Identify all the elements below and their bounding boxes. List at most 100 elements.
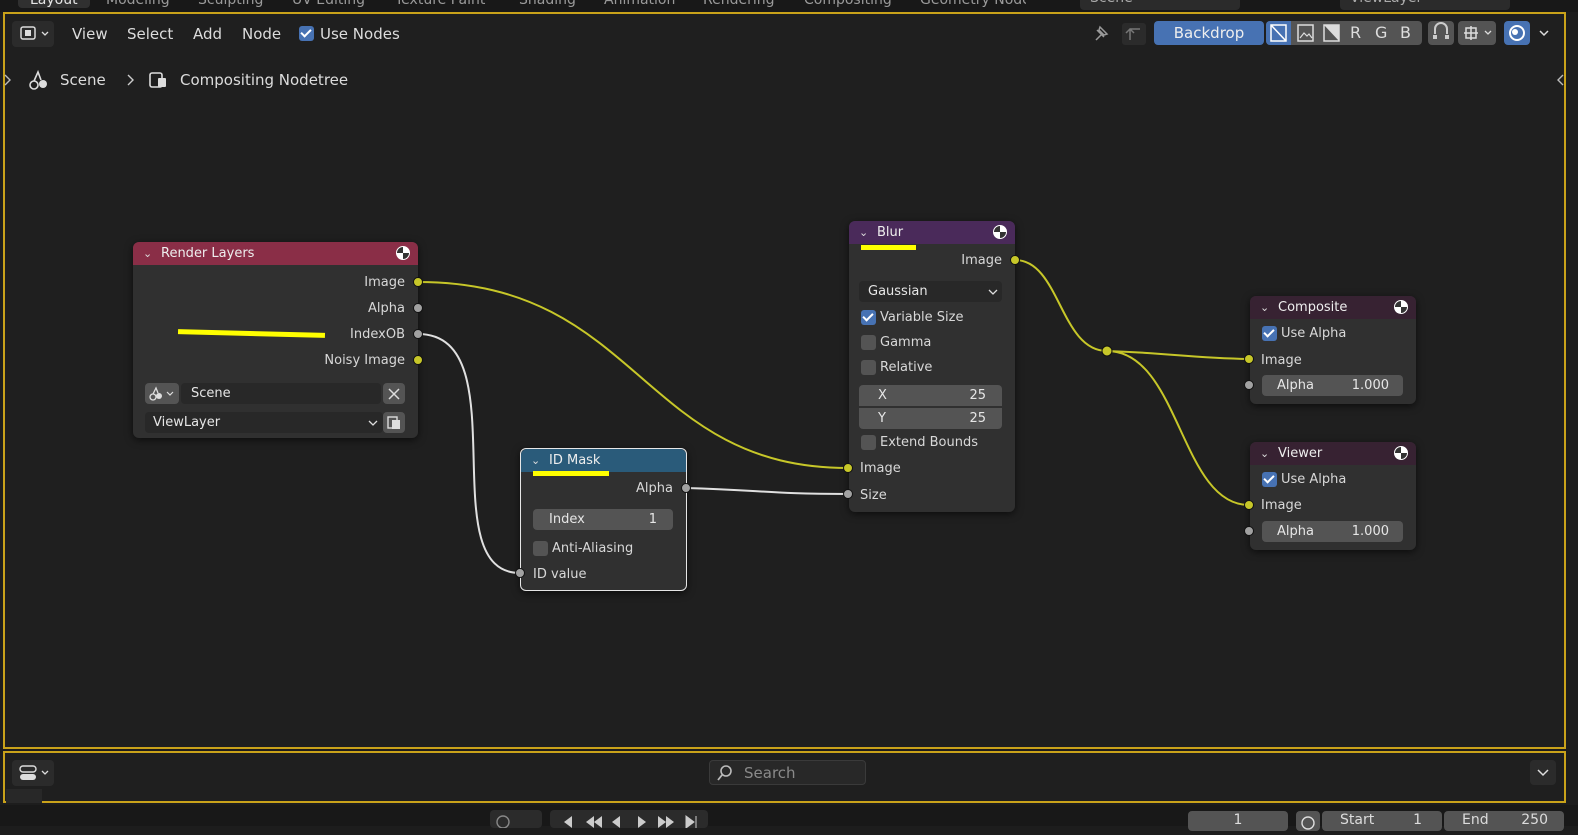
current-frame-field[interactable]: 1 xyxy=(1188,811,1288,831)
highlight-mark xyxy=(861,245,916,250)
anti-aliasing-checkbox[interactable] xyxy=(533,541,548,556)
alpha-field[interactable]: Alpha 1.000 xyxy=(1262,375,1403,396)
timer-icon[interactable] xyxy=(1296,811,1320,831)
gizmo-dropdown-icon[interactable] xyxy=(1532,21,1556,45)
collapse-chevron-icon[interactable]: ⌄ xyxy=(859,221,868,244)
socket-indexob-out[interactable] xyxy=(413,329,423,339)
node-blur[interactable]: ⌄ Blur Image Gaussian Variable Size Gamm… xyxy=(849,221,1015,512)
size-y-field[interactable]: Y 25 xyxy=(859,408,1002,429)
color-alpha-icon[interactable] xyxy=(1266,21,1291,45)
node-header[interactable]: ⌄ Viewer xyxy=(1250,442,1416,465)
socket-id-value-in[interactable] xyxy=(515,568,525,578)
relative-checkbox[interactable] xyxy=(861,360,876,375)
gizmo-icon[interactable] xyxy=(1504,21,1530,45)
collapse-chevron-icon[interactable]: ⌄ xyxy=(143,242,152,265)
scene-icon xyxy=(29,69,47,90)
extend-bounds-checkbox[interactable] xyxy=(861,435,876,450)
record-button[interactable] xyxy=(490,810,542,829)
start-frame-field[interactable]: Start 1 xyxy=(1322,811,1442,831)
end-frame-field[interactable]: End 250 xyxy=(1444,811,1564,831)
socket-alpha-out[interactable] xyxy=(681,483,691,493)
channel-r-button[interactable]: R xyxy=(1350,21,1361,45)
node-header[interactable]: ⌄ Render Layers xyxy=(133,242,418,265)
preview-sphere-icon[interactable] xyxy=(1394,300,1408,314)
menu-view[interactable]: View xyxy=(72,25,108,43)
snap-target-icon[interactable] xyxy=(1458,21,1496,45)
tab-compositing[interactable]: Compositing xyxy=(804,0,892,8)
socket-alpha-in[interactable] xyxy=(1244,380,1254,390)
use-nodes-checkbox[interactable] xyxy=(299,26,314,41)
menu-select[interactable]: Select xyxy=(127,25,173,43)
pin-icon[interactable] xyxy=(1095,25,1109,41)
socket-image-out[interactable] xyxy=(413,277,423,287)
sidebar-toggle-left-icon[interactable] xyxy=(2,73,12,87)
socket-image-out[interactable] xyxy=(1010,255,1020,265)
filter-type-dropdown[interactable]: Gaussian xyxy=(859,281,1002,302)
node-header[interactable]: ⌄ Composite xyxy=(1250,296,1416,319)
collapse-chevron-icon[interactable]: ⌄ xyxy=(531,449,540,472)
search-input[interactable]: Search xyxy=(709,760,866,785)
channel-g-button[interactable]: G xyxy=(1375,21,1387,45)
alpha-value: 1.000 xyxy=(1351,524,1389,539)
node-header[interactable]: ⌄ ID Mask xyxy=(521,449,686,472)
editor-type-button[interactable] xyxy=(12,21,54,47)
tab-animation[interactable]: Animation xyxy=(604,0,675,8)
scene-browse-button[interactable] xyxy=(145,383,179,404)
node-viewer[interactable]: ⌄ Viewer Use Alpha Image Alpha 1.000 xyxy=(1250,442,1416,550)
menu-add[interactable]: Add xyxy=(193,25,222,43)
render-layer-icon[interactable] xyxy=(383,412,405,433)
scene-field[interactable]: Scene xyxy=(181,383,381,404)
node-render-layers[interactable]: ⌄ Render Layers Image Alpha IndexOB Nois… xyxy=(133,242,418,438)
preview-sphere-icon[interactable] xyxy=(993,225,1007,239)
collapse-chevron-icon[interactable]: ⌄ xyxy=(1260,442,1269,465)
node-composite[interactable]: ⌄ Composite Use Alpha Image Alpha 1.000 xyxy=(1250,296,1416,404)
tab-shading[interactable]: Shading xyxy=(519,0,576,8)
use-alpha-checkbox[interactable] xyxy=(1262,326,1277,341)
snap-icon[interactable] xyxy=(1428,21,1454,45)
backdrop-button[interactable]: Backdrop xyxy=(1154,21,1264,45)
tab-geometry-nodes[interactable]: Geometry Nodes xyxy=(920,0,1026,8)
channel-b-button[interactable]: B xyxy=(1400,21,1411,45)
socket-noisy-image-out[interactable] xyxy=(413,355,423,365)
alpha-icon[interactable] xyxy=(1319,21,1344,45)
use-nodes-label: Use Nodes xyxy=(320,25,400,43)
socket-image-in[interactable] xyxy=(843,463,853,473)
variable-size-checkbox[interactable] xyxy=(861,310,876,325)
alpha-field[interactable]: Alpha 1.000 xyxy=(1262,521,1403,542)
index-field[interactable]: Index 1 xyxy=(533,509,673,530)
output-alpha-label: Alpha xyxy=(636,481,673,496)
tab-rendering[interactable]: Rendering xyxy=(703,0,775,8)
tab-layout[interactable]: Layout xyxy=(18,0,90,8)
use-alpha-checkbox[interactable] xyxy=(1262,472,1277,487)
socket-alpha-out[interactable] xyxy=(413,303,423,313)
socket-alpha-in[interactable] xyxy=(1244,526,1254,536)
scene-selector[interactable]: Scene xyxy=(1080,0,1240,10)
size-x-field[interactable]: X 25 xyxy=(859,385,1002,406)
node-header[interactable]: ⌄ Blur xyxy=(849,221,1015,244)
socket-image-in[interactable] xyxy=(1244,500,1254,510)
sidebar-toggle-right-icon[interactable] xyxy=(1556,73,1566,87)
menu-node[interactable]: Node xyxy=(242,25,281,43)
preview-sphere-icon[interactable] xyxy=(1394,446,1408,460)
editor-type-button[interactable] xyxy=(12,760,54,786)
node-editor-icon xyxy=(20,26,49,40)
collapse-chevron-icon[interactable]: ⌄ xyxy=(1260,296,1269,319)
scene-clear-icon[interactable] xyxy=(383,383,405,404)
footer-dropdown[interactable] xyxy=(1530,760,1556,785)
parent-node-icon[interactable] xyxy=(1122,23,1146,45)
tab-modeling[interactable]: Modeling xyxy=(106,0,170,8)
playback-controls[interactable] xyxy=(550,810,708,829)
timeline-tab[interactable] xyxy=(6,789,42,803)
gamma-checkbox[interactable] xyxy=(861,335,876,350)
view-layer-dropdown[interactable]: ViewLayer xyxy=(145,412,383,433)
socket-size-in[interactable] xyxy=(843,489,853,499)
tab-sculpting[interactable]: Sculpting xyxy=(198,0,263,8)
socket-image-in[interactable] xyxy=(1244,354,1254,364)
node-id-mask[interactable]: ⌄ ID Mask Alpha Index 1 Anti-Aliasing ID… xyxy=(520,448,687,591)
color-icon[interactable] xyxy=(1293,21,1318,45)
tab-uv-editing[interactable]: UV Editing xyxy=(292,0,365,8)
view-layer-selector[interactable]: ViewLayer xyxy=(1340,0,1510,10)
preview-sphere-icon[interactable] xyxy=(396,246,410,260)
end-label: End xyxy=(1462,812,1489,828)
tab-texture-paint[interactable]: Texture Paint xyxy=(395,0,485,8)
